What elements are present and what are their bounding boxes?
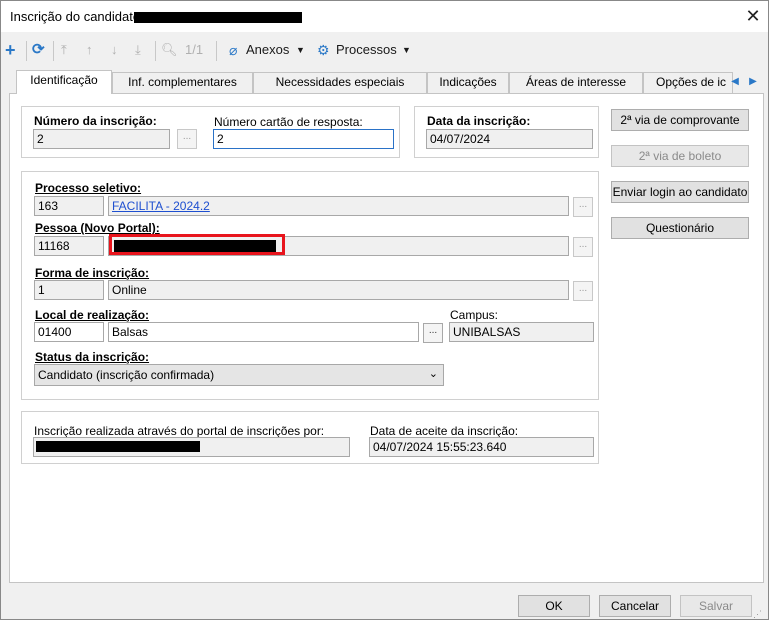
numero-cartao-field[interactable]: 2	[213, 129, 394, 149]
chevron-down-icon[interactable]: ▼	[296, 40, 305, 60]
data-aceite-label: Data de aceite da inscrição:	[370, 424, 519, 438]
data-inscricao-label: Data da inscrição:	[427, 114, 531, 128]
local-realizacao-code-field[interactable]: 01400	[34, 322, 104, 342]
pessoa-lookup-button: ...	[573, 237, 593, 257]
numero-inscricao-field[interactable]: 2	[33, 129, 170, 149]
local-realizacao-label: Local de realização:	[35, 308, 149, 322]
cancel-button[interactable]: Cancelar	[599, 595, 671, 617]
tab-necessidades-especiais[interactable]: Necessidades especiais	[253, 72, 427, 93]
paperclip-icon: ⌀	[229, 42, 238, 58]
numero-inscricao-label: Número da inscrição:	[34, 114, 157, 128]
forma-inscricao-lookup-button: ...	[573, 281, 593, 301]
processo-seletivo-link[interactable]: FACILITA - 2024.2	[112, 199, 210, 213]
campus-field[interactable]: UNIBALSAS	[449, 322, 594, 342]
forma-inscricao-label: Forma de inscrição:	[35, 266, 149, 280]
processo-seletivo-label-text: Processo seletivo:	[35, 181, 142, 195]
pessoa-label-text: Pessoa (Novo Portal):	[35, 221, 160, 235]
save-button[interactable]: Salvar	[680, 595, 752, 617]
campus-label: Campus:	[450, 308, 499, 322]
local-realizacao-name-field[interactable]: Balsas	[108, 322, 419, 342]
processo-seletivo-label: Processo seletivo:	[35, 181, 141, 195]
last-icon[interactable]: ⤓	[135, 40, 141, 60]
toolbar-separator	[216, 41, 217, 61]
tab-strip: Identificação Inf. complementares Necess…	[9, 70, 764, 94]
title-bar: Inscrição do candidato: ✕	[1, 1, 768, 32]
inscricao-group: Número da inscrição: 2 ... Número cartão…	[21, 106, 400, 158]
local-realizacao-label-text: Local de realização:	[35, 308, 150, 322]
numero-cartao-label: Número cartão de resposta:	[214, 115, 363, 129]
window-title: Inscrição do candidato:	[10, 9, 144, 24]
questionario-button[interactable]: Questionário	[611, 217, 749, 239]
redacted-portal-user	[36, 441, 200, 452]
tab-scroll-right-icon[interactable]: ▶	[745, 73, 761, 91]
ok-button[interactable]: OK	[518, 595, 590, 617]
segunda-via-comprovante-button[interactable]: 2ª via de comprovante	[611, 109, 749, 131]
toolbar-separator	[26, 41, 27, 61]
data-aceite-field[interactable]: 04/07/2024 15:55:23.640	[369, 437, 594, 457]
first-icon[interactable]: ⤒	[61, 40, 67, 60]
processos-menu[interactable]: Processos	[336, 40, 397, 60]
tab-indicacoes[interactable]: Indicações	[427, 72, 509, 93]
forma-inscricao-label-text: Forma de inscrição:	[35, 266, 150, 280]
toolbar: + ⟳ ⤒ ↑ ↓ ⤓ 🔍︎ 1/1 ⌀ Anexos ▼ ⚙ Processo…	[1, 34, 768, 66]
local-realizacao-lookup-button[interactable]: ...	[423, 323, 443, 343]
toolbar-separator	[53, 41, 54, 61]
status-inscricao-label: Status da inscrição:	[35, 350, 149, 364]
toolbar-separator	[155, 41, 156, 61]
data-inscricao-group: Data da inscrição: 04/07/2024	[414, 106, 599, 158]
numero-inscricao-lookup-button: ...	[177, 129, 197, 149]
dados-group: Processo seletivo: 163 FACILITA - 2024.2…	[21, 171, 599, 400]
redacted-candidate-name	[134, 12, 302, 23]
tab-opcoes[interactable]: Opções de ic	[643, 72, 733, 93]
enviar-login-button[interactable]: Enviar login ao candidato	[611, 181, 749, 203]
close-button[interactable]: ✕	[742, 5, 764, 27]
dialog-window: Inscrição do candidato: ✕ + ⟳ ⤒ ↑ ↓ ⤓ 🔍︎…	[0, 0, 769, 620]
plus-icon[interactable]: +	[5, 40, 16, 60]
forma-inscricao-code-field[interactable]: 1	[34, 280, 104, 300]
search-icon[interactable]: 🔍︎	[161, 40, 178, 60]
refresh-icon[interactable]: ⟳	[32, 40, 45, 60]
chevron-down-icon[interactable]: ▼	[402, 40, 411, 60]
highlight-box	[109, 234, 285, 255]
status-inscricao-label-text: Status da inscrição:	[35, 350, 150, 364]
portal-group: Inscrição realizada através do portal de…	[21, 411, 599, 464]
gear-icon: ⚙	[317, 42, 330, 58]
pessoa-label: Pessoa (Novo Portal):	[35, 221, 160, 235]
data-inscricao-field[interactable]: 04/07/2024	[426, 129, 593, 149]
next-icon[interactable]: ↓	[111, 40, 118, 60]
forma-inscricao-name-field[interactable]: Online	[108, 280, 569, 300]
processo-seletivo-code-field[interactable]: 163	[34, 196, 104, 216]
chevron-down-icon: ⌄	[428, 368, 438, 380]
processo-seletivo-lookup-button: ...	[573, 197, 593, 217]
processo-seletivo-name-field[interactable]: FACILITA - 2024.2	[108, 196, 569, 216]
tab-areas-de-interesse[interactable]: Áreas de interesse	[509, 72, 643, 93]
status-inscricao-select[interactable]: Candidato (inscrição confirmada) ⌄	[34, 364, 444, 386]
pessoa-code-field[interactable]: 11168	[34, 236, 104, 256]
status-inscricao-value: Candidato (inscrição confirmada)	[38, 368, 215, 382]
tab-scroll-left-icon[interactable]: ◀	[727, 73, 743, 91]
resize-grip-icon[interactable]: ⋰	[753, 609, 765, 619]
identificacao-panel: Número da inscrição: 2 ... Número cartão…	[9, 93, 764, 583]
tab-identificacao[interactable]: Identificação	[16, 70, 112, 94]
record-counter: 1/1	[185, 42, 204, 57]
realizada-por-label: Inscrição realizada através do portal de…	[34, 424, 325, 438]
anexos-menu[interactable]: Anexos	[246, 40, 289, 60]
tab-inf-complementares[interactable]: Inf. complementares	[112, 72, 253, 93]
segunda-via-boleto-button[interactable]: 2ª via de boleto	[611, 145, 749, 167]
prev-icon[interactable]: ↑	[86, 40, 93, 60]
